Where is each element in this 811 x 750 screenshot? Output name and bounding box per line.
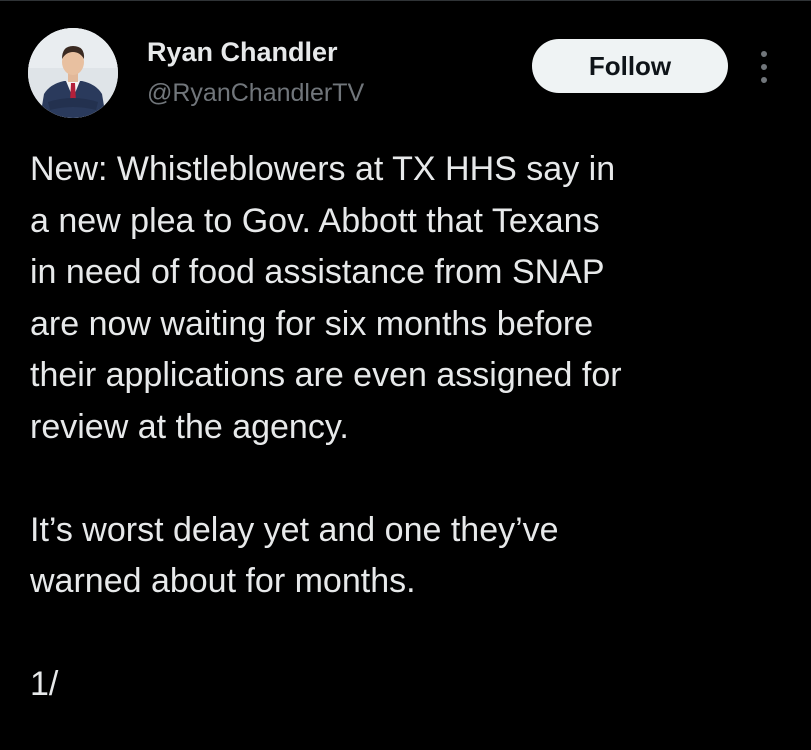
- avatar[interactable]: [28, 28, 118, 118]
- more-dot: [761, 51, 767, 57]
- tweet-line: warned about for months.: [30, 562, 416, 600]
- author-handle[interactable]: @RyanChandlerTV: [147, 77, 364, 109]
- tweet-line: New: Whistleblowers at TX HHS say in: [30, 150, 616, 188]
- tweet-line: a new plea to Gov. Abbott that Texans: [30, 201, 600, 240]
- more-dot: [761, 77, 767, 83]
- author-name[interactable]: Ryan Chandler: [147, 35, 338, 69]
- tweet-line: review at the agency.: [30, 407, 349, 446]
- tweet-line: their applications are even assigned for: [30, 356, 622, 394]
- thread-marker: 1/: [30, 665, 59, 703]
- tweet-line: are now waiting for six months before: [30, 304, 594, 343]
- tweet-text: New: Whistleblowers at TX HHS say in a n…: [30, 144, 800, 711]
- tweet-line: It’s worst delay yet and one they’ve: [30, 510, 559, 549]
- tweet-paragraph-1: New: Whistleblowers at TX HHS say in a n…: [30, 144, 800, 453]
- tweet-paragraph-2: It’s worst delay yet and one they’ve war…: [30, 505, 800, 608]
- profile-photo-icon: [28, 28, 118, 118]
- tweet-line: in need of food assistance from SNAP: [30, 253, 605, 291]
- more-dot: [761, 64, 767, 70]
- follow-button[interactable]: Follow: [532, 39, 728, 93]
- tweet-card: Ryan Chandler @RyanChandlerTV Follow New…: [0, 0, 811, 750]
- more-options-icon[interactable]: [752, 49, 776, 89]
